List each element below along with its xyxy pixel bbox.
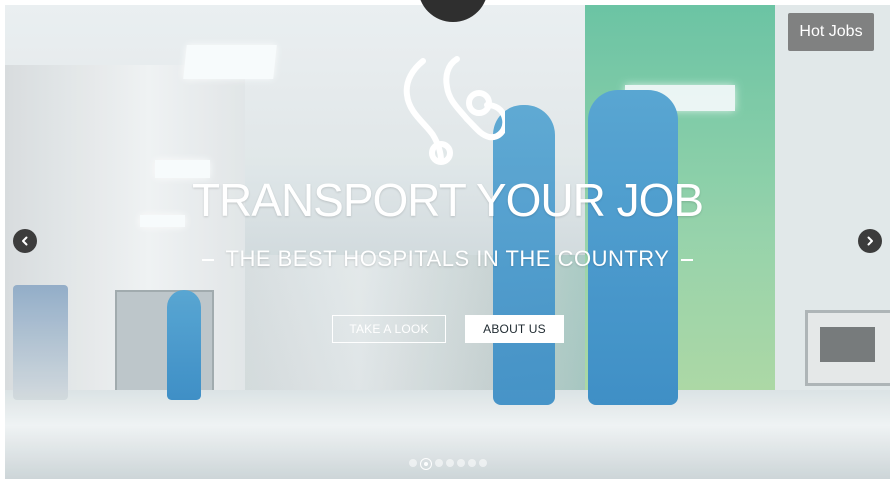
slider-pagination (5, 458, 890, 471)
next-slide-button[interactable] (858, 229, 882, 253)
hero-title: TRANSPORT YOUR JOB (191, 174, 704, 226)
stethoscope-icon (395, 49, 509, 169)
slider-dot[interactable] (434, 459, 443, 467)
slider-dot[interactable] (467, 459, 476, 467)
hot-jobs-button[interactable]: Hot Jobs (788, 13, 874, 51)
slider-dot[interactable] (456, 459, 465, 467)
subtitle-right-dash (681, 259, 694, 262)
slider-dot[interactable] (445, 459, 454, 467)
chevron-right-icon (867, 236, 873, 246)
hero-slider: Hot Jobs TRANSPORT YOUR JOB THE BEST HOS… (5, 5, 890, 479)
slider-dot[interactable] (408, 459, 417, 467)
take-a-look-button[interactable]: TAKE A LOOK (332, 315, 446, 343)
slider-dot[interactable] (478, 459, 487, 467)
about-us-button[interactable]: ABOUT US (465, 315, 564, 343)
hero-subtitle: THE BEST HOSPITALS IN THE COUNTRY (225, 246, 670, 271)
hero-slider-frame: Hot Jobs TRANSPORT YOUR JOB THE BEST HOS… (0, 0, 894, 484)
hero-subtitle-row: THE BEST HOSPITALS IN THE COUNTRY (5, 246, 890, 272)
slider-dot-active[interactable] (419, 458, 432, 470)
subtitle-left-dash (201, 259, 214, 262)
chevron-left-icon (22, 236, 28, 246)
previous-slide-button[interactable] (13, 229, 37, 253)
